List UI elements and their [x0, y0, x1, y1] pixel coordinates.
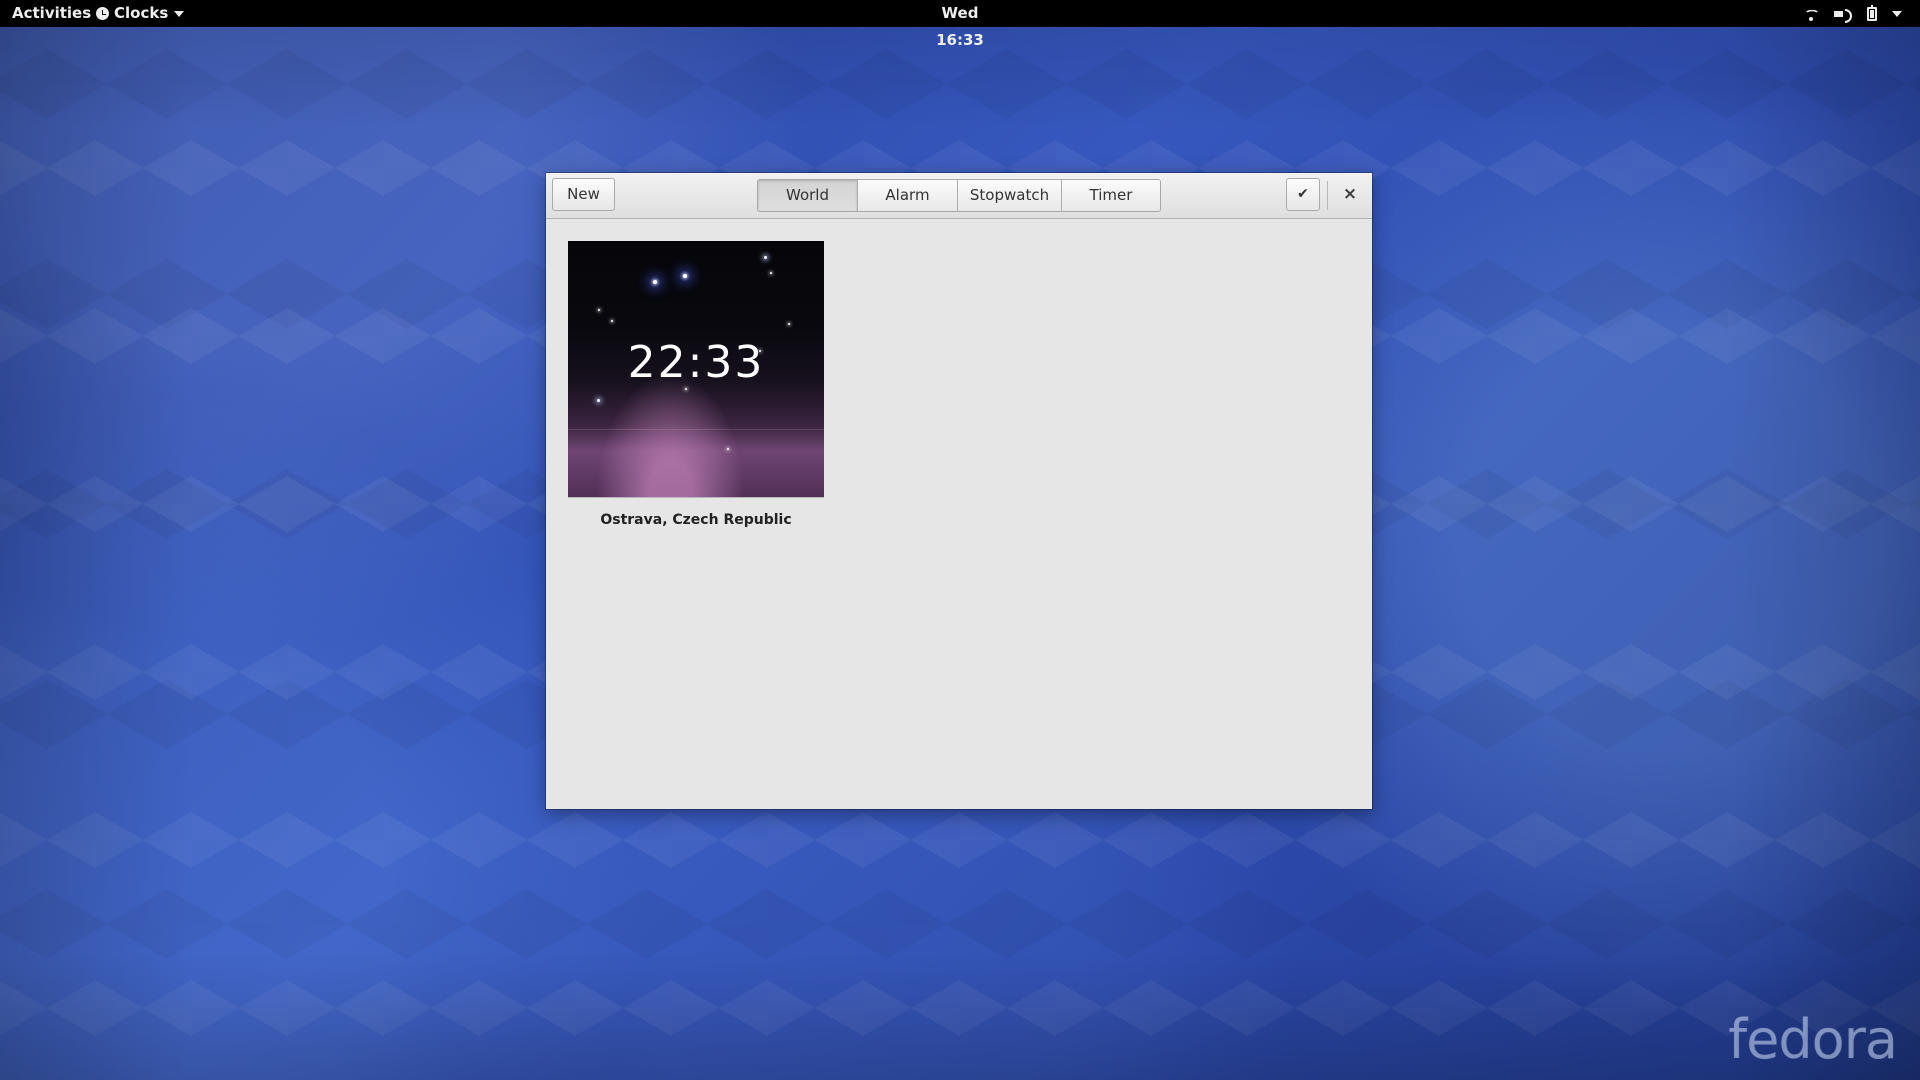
chevron-down-icon: [174, 10, 185, 17]
clock-mode-tabs: World Alarm Stopwatch Timer: [757, 179, 1161, 212]
star-icon: [727, 448, 729, 450]
selection-mode-button[interactable]: ✔: [1286, 178, 1320, 211]
world-clock-time: 22:33: [627, 337, 765, 388]
close-icon: ×: [1342, 184, 1358, 204]
top-bar: Activities Clocks Wed 16:33: [0, 0, 1920, 49]
star-icon: [597, 399, 600, 402]
tab-world[interactable]: World: [758, 180, 858, 211]
new-button[interactable]: New: [552, 178, 615, 211]
desktop-background: Activities Clocks Wed 16:33 New World Al…: [0, 0, 1920, 1080]
close-window-button[interactable]: ×: [1335, 178, 1365, 211]
header-separator: [1327, 181, 1328, 210]
star-icon: [611, 320, 613, 322]
clock-icon: [96, 7, 109, 20]
world-clocks-content: 22:33 Ostrava, Czech Republic: [546, 219, 1372, 809]
battery-icon: [1867, 4, 1877, 21]
star-icon: [764, 256, 767, 259]
star-icon: [653, 280, 657, 284]
star-icon: [598, 309, 600, 311]
star-icon: [788, 323, 790, 325]
window-header-bar: New World Alarm Stopwatch Timer ✔ ×: [546, 173, 1372, 219]
clocks-app-menu[interactable]: Clocks: [96, 0, 185, 27]
tab-stopwatch[interactable]: Stopwatch: [958, 180, 1062, 211]
system-status-area[interactable]: [1803, 0, 1902, 27]
clocks-app-menu-label: Clocks: [114, 4, 169, 22]
tab-timer[interactable]: Timer: [1062, 180, 1160, 211]
activities-button[interactable]: Activities: [12, 0, 91, 27]
star-icon: [685, 388, 687, 390]
clocks-window: New World Alarm Stopwatch Timer ✔ × 22:3…: [546, 173, 1372, 809]
checkmark-icon: ✔: [1297, 186, 1309, 202]
wifi-icon: [1803, 7, 1819, 21]
top-bar-clock[interactable]: Wed 16:33: [920, 0, 1000, 54]
volume-icon: [1834, 7, 1852, 23]
world-clock-city: Ostrava, Czech Republic: [600, 512, 792, 528]
fedora-logo: fedora: [1728, 1008, 1898, 1071]
tab-alarm[interactable]: Alarm: [858, 180, 958, 211]
night-clock-thumbnail[interactable]: 22:33: [568, 241, 824, 497]
system-menu-chevron-icon: [1892, 10, 1902, 17]
star-icon: [770, 272, 772, 274]
world-clock-card[interactable]: 22:33 Ostrava, Czech Republic: [568, 241, 824, 537]
star-icon: [683, 274, 687, 278]
